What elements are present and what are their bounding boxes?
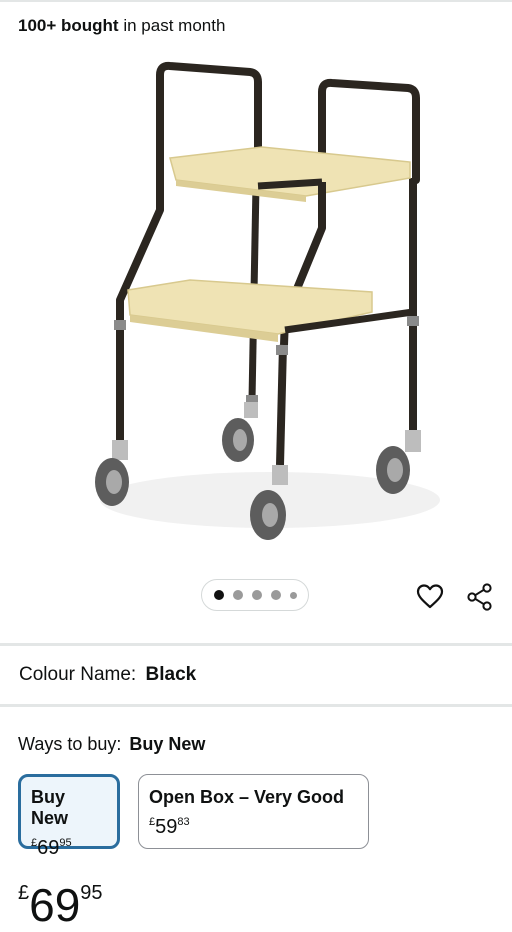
product-price: £6995: [18, 866, 103, 932]
image-carousel-dots[interactable]: [201, 579, 309, 611]
purchase-period: in past month: [123, 16, 226, 35]
option-price: £5983: [149, 816, 190, 838]
ways-to-buy-selected: Buy New: [129, 734, 206, 754]
section-divider: [0, 704, 512, 707]
option-label: Open Box – Very Good: [149, 787, 345, 807]
top-divider: [0, 0, 512, 2]
buy-option-open-box[interactable]: Open Box – Very Good £5983: [138, 774, 369, 849]
colour-label: Colour Name:: [19, 664, 137, 685]
share-icon[interactable]: [466, 583, 494, 611]
option-label: Buy New: [31, 787, 69, 828]
price-fraction: 95: [80, 882, 103, 904]
colour-selector[interactable]: Colour Name: Black: [19, 664, 196, 686]
carousel-dot[interactable]: [213, 590, 224, 600]
buy-option-new[interactable]: Buy New £6995: [18, 774, 120, 859]
carousel-dot[interactable]: [251, 590, 262, 600]
carousel-dot[interactable]: [232, 590, 243, 600]
carousel-dot[interactable]: [270, 590, 281, 600]
purchase-stats: 100+ bought in past month: [18, 16, 225, 36]
price-currency: £: [18, 882, 30, 904]
price-whole: 69: [29, 879, 81, 931]
carousel-dot[interactable]: [289, 591, 297, 599]
colour-value: Black: [145, 664, 197, 685]
purchase-count: 100+ bought: [18, 16, 119, 35]
ways-to-buy-label: Ways to buy:: [18, 734, 122, 754]
option-price: £6995: [31, 837, 72, 859]
section-divider: [0, 643, 512, 646]
ways-to-buy-heading: Ways to buy: Buy New: [18, 734, 205, 755]
product-image[interactable]: [80, 55, 440, 555]
heart-icon[interactable]: [416, 583, 444, 611]
